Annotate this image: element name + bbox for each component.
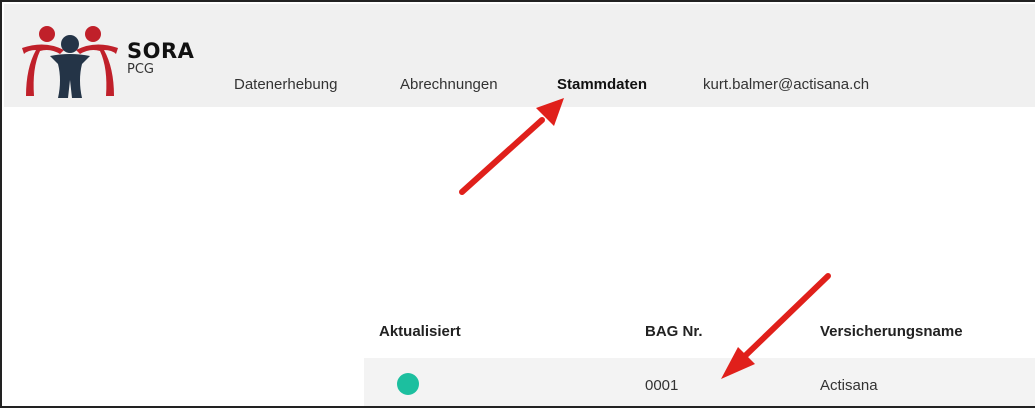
status-dot-icon [397, 373, 419, 395]
nav-item-user-account[interactable]: kurt.balmer@actisana.ch [703, 77, 869, 92]
top-navbar: SORA PCG Datenerhebung Abrechnungen Stam… [4, 4, 1035, 107]
brand-subtitle: PCG [127, 62, 154, 77]
sora-people-logo-icon[interactable] [20, 24, 120, 98]
insurance-name-cell: Actisana [820, 377, 878, 394]
nav-item-abrechnungen[interactable]: Abrechnungen [400, 77, 498, 92]
table-row[interactable]: 0001 Actisana [364, 358, 1035, 406]
nav-item-stammdaten[interactable]: Stammdaten [557, 77, 647, 92]
bag-nr-cell: 0001 [645, 377, 679, 394]
column-header-versicherungsname[interactable]: Versicherungsname [820, 324, 963, 339]
app-window: SORA PCG Datenerhebung Abrechnungen Stam… [0, 0, 1035, 408]
brand-name: SORA [127, 39, 195, 63]
nav-item-datenerhebung[interactable]: Datenerhebung [234, 77, 337, 92]
column-header-bag-nr[interactable]: BAG Nr. [645, 324, 703, 339]
column-header-aktualisiert[interactable]: Aktualisiert [379, 324, 461, 339]
